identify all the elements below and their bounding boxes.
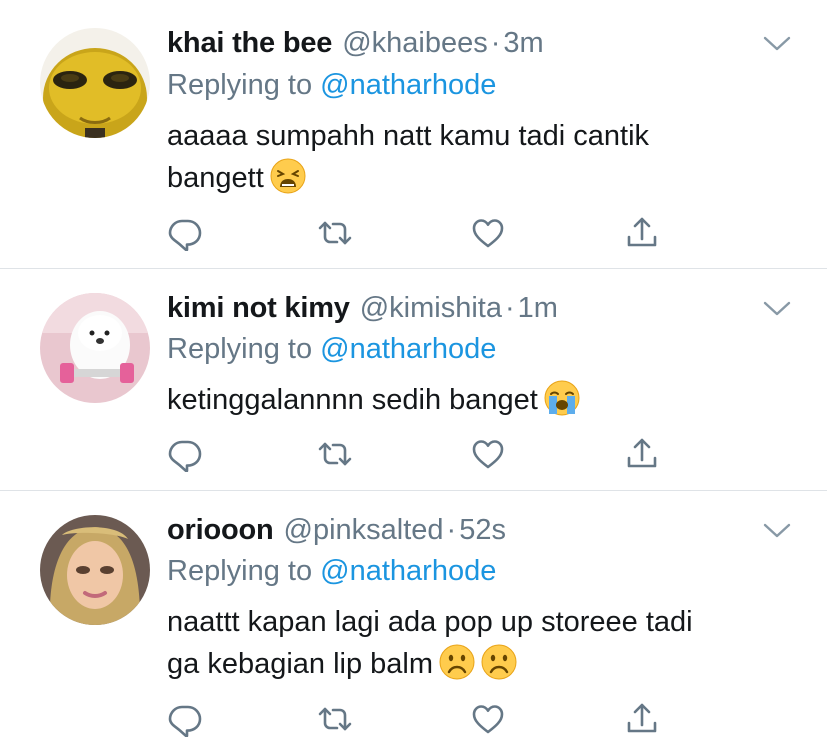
tweet-kimishita[interactable]: kimi not kimy @kimishita · 1m Replying to @… bbox=[0, 269, 827, 490]
avatar[interactable] bbox=[40, 515, 150, 625]
timestamp[interactable]: 52s bbox=[459, 514, 506, 546]
mention-link[interactable]: @natharhode bbox=[320, 555, 496, 587]
tweet-text-line-with-emoji: bangett bbox=[167, 157, 787, 199]
tweet-actions bbox=[167, 701, 687, 737]
white-fluffy-dog-with-dumbbell-avatar bbox=[40, 293, 150, 403]
like-icon bbox=[470, 215, 506, 251]
avatar[interactable] bbox=[40, 293, 150, 403]
separator-dot: · bbox=[490, 27, 501, 59]
frowning-face-emoji-icon bbox=[439, 644, 475, 680]
chevron-down-icon[interactable] bbox=[762, 521, 792, 541]
retweet-icon bbox=[317, 215, 353, 251]
user-handle[interactable]: @kimishita bbox=[360, 292, 502, 324]
mention-link[interactable]: @natharhode bbox=[320, 69, 496, 101]
tweet-text-line: ga kebagian lip balm bbox=[167, 648, 434, 680]
replying-to-prefix: Replying to bbox=[167, 333, 313, 365]
frowning-face-emoji-icon bbox=[481, 644, 517, 680]
chevron-down-icon[interactable] bbox=[762, 299, 792, 319]
like-button[interactable] bbox=[470, 701, 506, 737]
tweet-text-line: aaaaa sumpahh natt kamu tadi cantik bbox=[167, 120, 650, 152]
reply-icon bbox=[167, 701, 203, 737]
display-name[interactable]: oriooon bbox=[167, 514, 274, 546]
user-handle[interactable]: @pinksalted bbox=[284, 514, 444, 546]
reply-button[interactable] bbox=[167, 701, 203, 737]
reply-icon bbox=[167, 436, 203, 472]
mention-link[interactable]: @natharhode bbox=[320, 333, 496, 365]
tweet-text-line-with-emoji: ga kebagian lip balm bbox=[167, 643, 787, 685]
tweet-text-line: ketinggalannnn sedih banget bbox=[167, 384, 538, 416]
replying-to: Replying to @natharhode bbox=[167, 332, 496, 366]
share-button[interactable] bbox=[624, 215, 660, 251]
replying-to-prefix: Replying to bbox=[167, 555, 313, 587]
tweet-text: ketinggalannnn sedih banget bbox=[167, 379, 787, 421]
like-icon bbox=[470, 701, 506, 737]
retweet-button[interactable] bbox=[317, 436, 353, 472]
display-name[interactable]: khai the bee bbox=[167, 27, 332, 59]
reply-button[interactable] bbox=[167, 436, 203, 472]
display-name[interactable]: kimi not kimy bbox=[167, 292, 350, 324]
like-button[interactable] bbox=[470, 215, 506, 251]
replying-to: Replying to @natharhode bbox=[167, 554, 496, 588]
tweet-text: aaaaa sumpahh natt kamu tadi cantik bang… bbox=[167, 115, 787, 199]
tweet-text: naattt kapan lagi ada pop up storeee tad… bbox=[167, 601, 787, 685]
share-icon bbox=[624, 701, 660, 737]
separator-dot: · bbox=[504, 292, 515, 324]
reply-button[interactable] bbox=[167, 215, 203, 251]
tweet-pinksalted[interactable]: oriooon @pinksalted · 52s Replying to @nath… bbox=[0, 491, 827, 754]
timestamp[interactable]: 3m bbox=[503, 27, 543, 59]
weary-face-emoji-icon bbox=[270, 158, 306, 194]
tweet-text-line: naattt kapan lagi ada pop up storeee tad… bbox=[167, 606, 693, 638]
loudly-crying-face-emoji-icon bbox=[544, 380, 580, 416]
retweet-icon bbox=[317, 436, 353, 472]
tweet-actions bbox=[167, 436, 687, 472]
tweet-khaibees[interactable]: khai the bee @khaibees · 3m Replying to @na… bbox=[0, 0, 827, 268]
chevron-down-icon[interactable] bbox=[762, 34, 792, 54]
avatar[interactable] bbox=[40, 28, 150, 138]
share-icon bbox=[624, 215, 660, 251]
tweet-actions bbox=[167, 215, 687, 251]
reply-icon bbox=[167, 215, 203, 251]
replying-to: Replying to @natharhode bbox=[167, 68, 496, 102]
retweet-button[interactable] bbox=[317, 701, 353, 737]
yellow-bee-character-avatar bbox=[40, 28, 150, 138]
replying-to-prefix: Replying to bbox=[167, 69, 313, 101]
retweet-button[interactable] bbox=[317, 215, 353, 251]
doll-girl-avatar bbox=[40, 515, 150, 625]
tweet-text-line-with-emoji: ketinggalannnn sedih banget bbox=[167, 379, 787, 421]
share-icon bbox=[624, 436, 660, 472]
tweet-text-line: bangett bbox=[167, 162, 264, 194]
like-button[interactable] bbox=[470, 436, 506, 472]
user-handle[interactable]: @khaibees bbox=[342, 27, 488, 59]
retweet-icon bbox=[317, 701, 353, 737]
share-button[interactable] bbox=[624, 436, 660, 472]
share-button[interactable] bbox=[624, 701, 660, 737]
timestamp[interactable]: 1m bbox=[518, 292, 558, 324]
separator-dot: · bbox=[446, 514, 457, 546]
like-icon bbox=[470, 436, 506, 472]
